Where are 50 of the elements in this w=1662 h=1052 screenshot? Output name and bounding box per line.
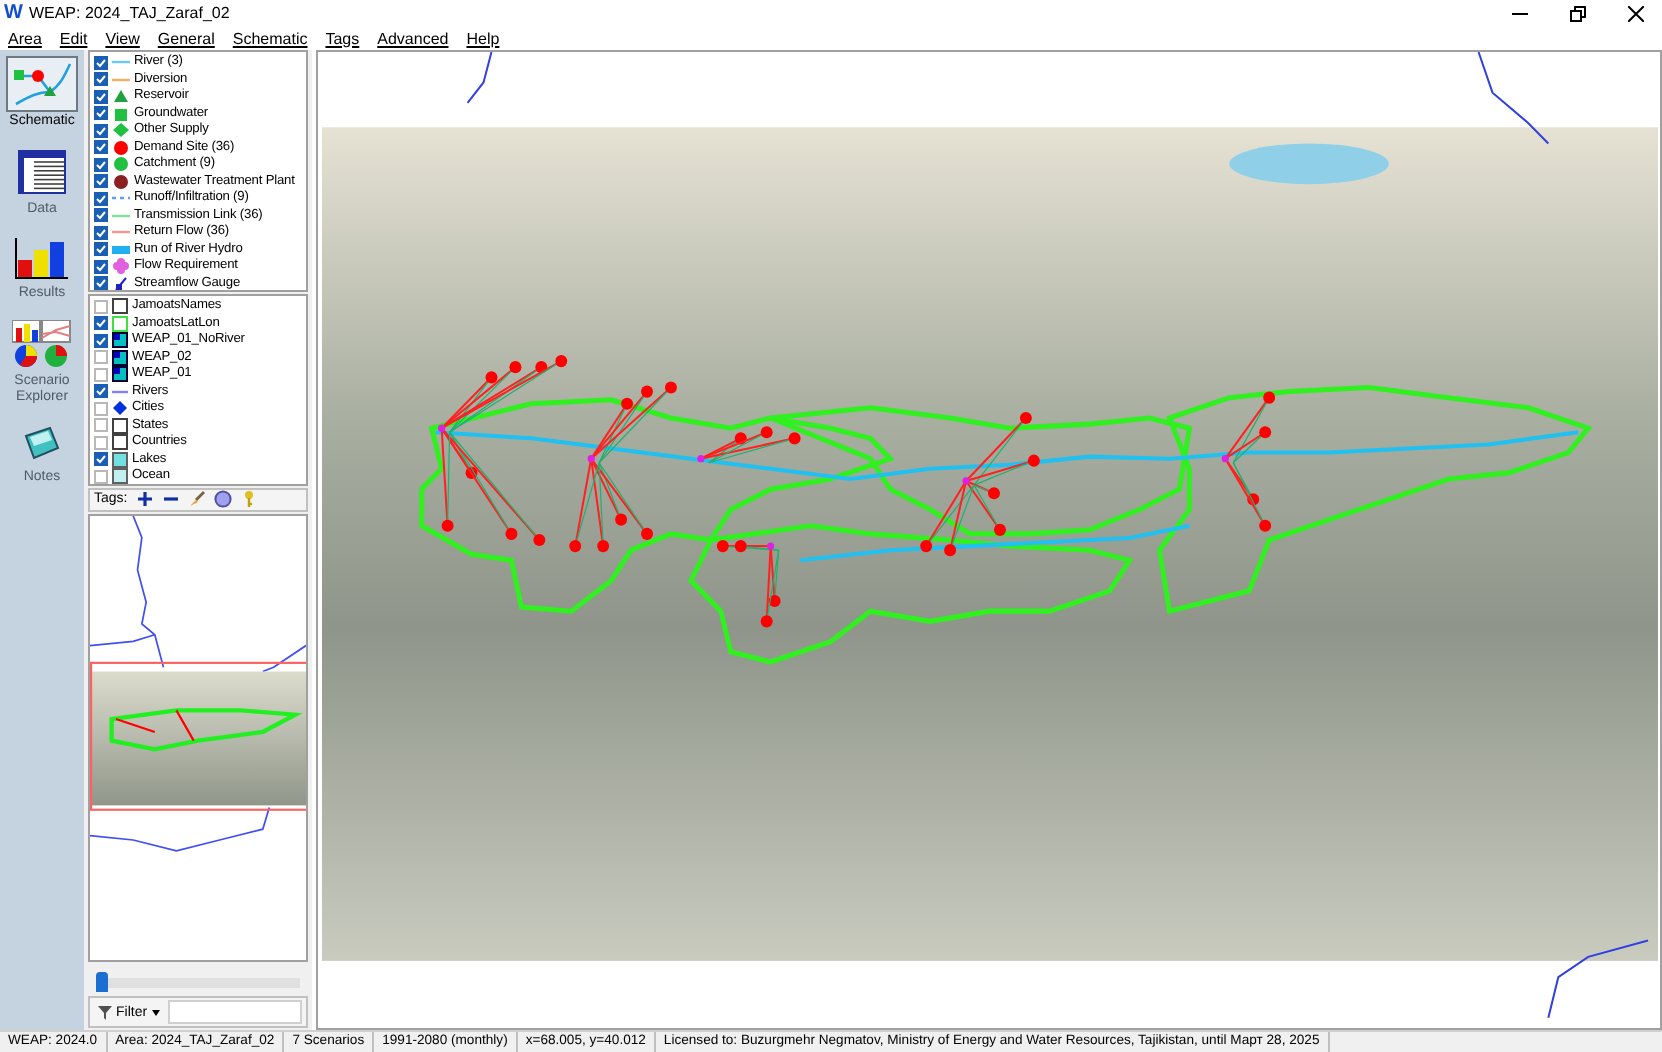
brush-icon[interactable] — [187, 490, 206, 509]
checkbox[interactable] — [94, 55, 108, 70]
add-icon[interactable] — [135, 490, 154, 509]
checkbox[interactable] — [94, 208, 108, 223]
checkbox[interactable] — [94, 174, 108, 189]
checkbox[interactable] — [94, 106, 108, 121]
menu-item[interactable]: Area — [8, 29, 42, 47]
schematic-icon — [10, 60, 74, 108]
menu-item[interactable]: General — [157, 29, 215, 47]
checkbox[interactable] — [94, 89, 108, 104]
window-title: WEAP: 2024_TAJ_Zaraf_02 — [28, 4, 232, 22]
app-logo: W — [4, 3, 23, 23]
bar-chart-icon — [14, 236, 70, 280]
checkbox[interactable] — [94, 191, 108, 206]
checkbox[interactable] — [94, 401, 108, 416]
caret-icon — [151, 1009, 160, 1016]
globe-icon[interactable] — [213, 490, 232, 509]
menu-item[interactable]: Advanced — [377, 29, 449, 47]
menu-item[interactable]: View — [105, 29, 140, 47]
table-grid-icon — [16, 148, 68, 196]
checkbox[interactable] — [94, 367, 108, 382]
checkbox[interactable] — [94, 333, 108, 348]
checkbox[interactable] — [94, 140, 108, 155]
menu-item[interactable]: Help — [466, 29, 500, 47]
close-icon — [1628, 5, 1644, 21]
checkbox[interactable] — [94, 418, 108, 433]
checkbox[interactable] — [94, 123, 108, 138]
notepad-icon — [22, 424, 62, 464]
restore-icon — [1570, 5, 1586, 21]
checkbox[interactable] — [94, 384, 108, 399]
checkbox[interactable] — [94, 157, 108, 172]
checkbox[interactable] — [94, 72, 108, 87]
checkbox[interactable] — [94, 259, 108, 274]
filter-icon — [98, 1005, 112, 1020]
checkbox[interactable] — [94, 276, 108, 290]
checkbox[interactable] — [94, 242, 108, 257]
chart-collage-icon — [12, 320, 72, 368]
menu-item[interactable]: Schematic — [232, 29, 308, 47]
checkbox[interactable] — [94, 435, 108, 450]
checkbox[interactable] — [94, 316, 108, 331]
checkbox[interactable] — [94, 299, 108, 314]
checkbox[interactable] — [94, 452, 108, 467]
checkbox[interactable] — [94, 225, 108, 240]
menu-item[interactable]: Edit — [59, 29, 88, 47]
menu-item[interactable]: Tags — [325, 29, 360, 47]
slider-thumb[interactable] — [96, 972, 108, 993]
zoom-slider[interactable] — [96, 968, 300, 995]
checkbox[interactable] — [94, 350, 108, 365]
checkbox[interactable] — [94, 469, 108, 484]
filter-field[interactable] — [167, 1000, 302, 1025]
